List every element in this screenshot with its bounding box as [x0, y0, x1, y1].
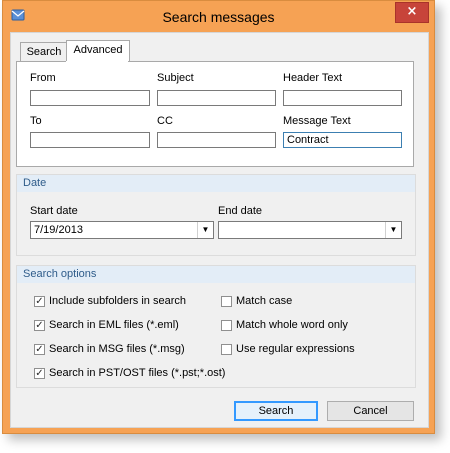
- include-subfolders-checkbox[interactable]: ✓: [34, 296, 45, 307]
- close-icon: ×: [406, 4, 418, 19]
- search-msg-label: Search in MSG files (*.msg): [49, 343, 185, 355]
- title-bar[interactable]: Search messages ×: [3, 1, 434, 33]
- chevron-down-icon[interactable]: ▼: [197, 222, 213, 238]
- tab-joiner: [66, 61, 128, 63]
- to-field[interactable]: [30, 132, 150, 148]
- use-regex-label: Use regular expressions: [236, 343, 355, 355]
- advanced-tab-panel: [16, 61, 414, 167]
- from-label: From: [30, 72, 56, 84]
- search-msg-checkbox[interactable]: ✓: [34, 344, 45, 355]
- subject-label: Subject: [157, 72, 194, 84]
- chevron-down-icon[interactable]: ▼: [385, 222, 401, 238]
- use-regex-checkbox[interactable]: [221, 344, 232, 355]
- start-date-picker[interactable]: 7/19/2013 ▼: [30, 221, 214, 239]
- message-text-label: Message Text: [283, 115, 351, 127]
- cc-field[interactable]: [157, 132, 276, 148]
- start-date-value: 7/19/2013: [34, 224, 83, 236]
- search-options-header: Search options: [17, 266, 415, 283]
- tab-advanced[interactable]: Advanced: [66, 40, 130, 63]
- match-case-checkbox[interactable]: [221, 296, 232, 307]
- cc-label: CC: [157, 115, 173, 127]
- tab-search-label: Search: [26, 46, 62, 58]
- match-whole-word-checkbox[interactable]: [221, 320, 232, 331]
- header-text-label: Header Text: [283, 72, 343, 84]
- search-eml-checkbox[interactable]: ✓: [34, 320, 45, 331]
- cancel-button[interactable]: Cancel: [327, 401, 414, 421]
- search-pst-ost-label: Search in PST/OST files (*.pst;*.ost): [49, 367, 226, 379]
- close-button[interactable]: ×: [395, 2, 429, 23]
- from-field[interactable]: [30, 90, 150, 106]
- end-date-label: End date: [218, 205, 263, 217]
- match-case-label: Match case: [236, 295, 293, 307]
- tab-advanced-label: Advanced: [73, 44, 123, 56]
- start-date-label: Start date: [30, 205, 78, 217]
- window-title: Search messages: [162, 9, 275, 25]
- message-text-field[interactable]: Contract: [283, 132, 402, 148]
- search-button[interactable]: Search: [234, 401, 318, 421]
- tab-search[interactable]: Search: [20, 42, 68, 62]
- subject-field[interactable]: [157, 90, 276, 106]
- end-date-picker[interactable]: ▼: [218, 221, 402, 239]
- date-group-header: Date: [17, 175, 415, 192]
- search-pst-ost-checkbox[interactable]: ✓: [34, 368, 45, 379]
- include-subfolders-label: Include subfolders in search: [49, 295, 186, 307]
- search-eml-label: Search in EML files (*.eml): [49, 319, 179, 331]
- match-whole-word-label: Match whole word only: [236, 319, 348, 331]
- to-label: To: [30, 115, 42, 127]
- header-text-field[interactable]: [283, 90, 402, 106]
